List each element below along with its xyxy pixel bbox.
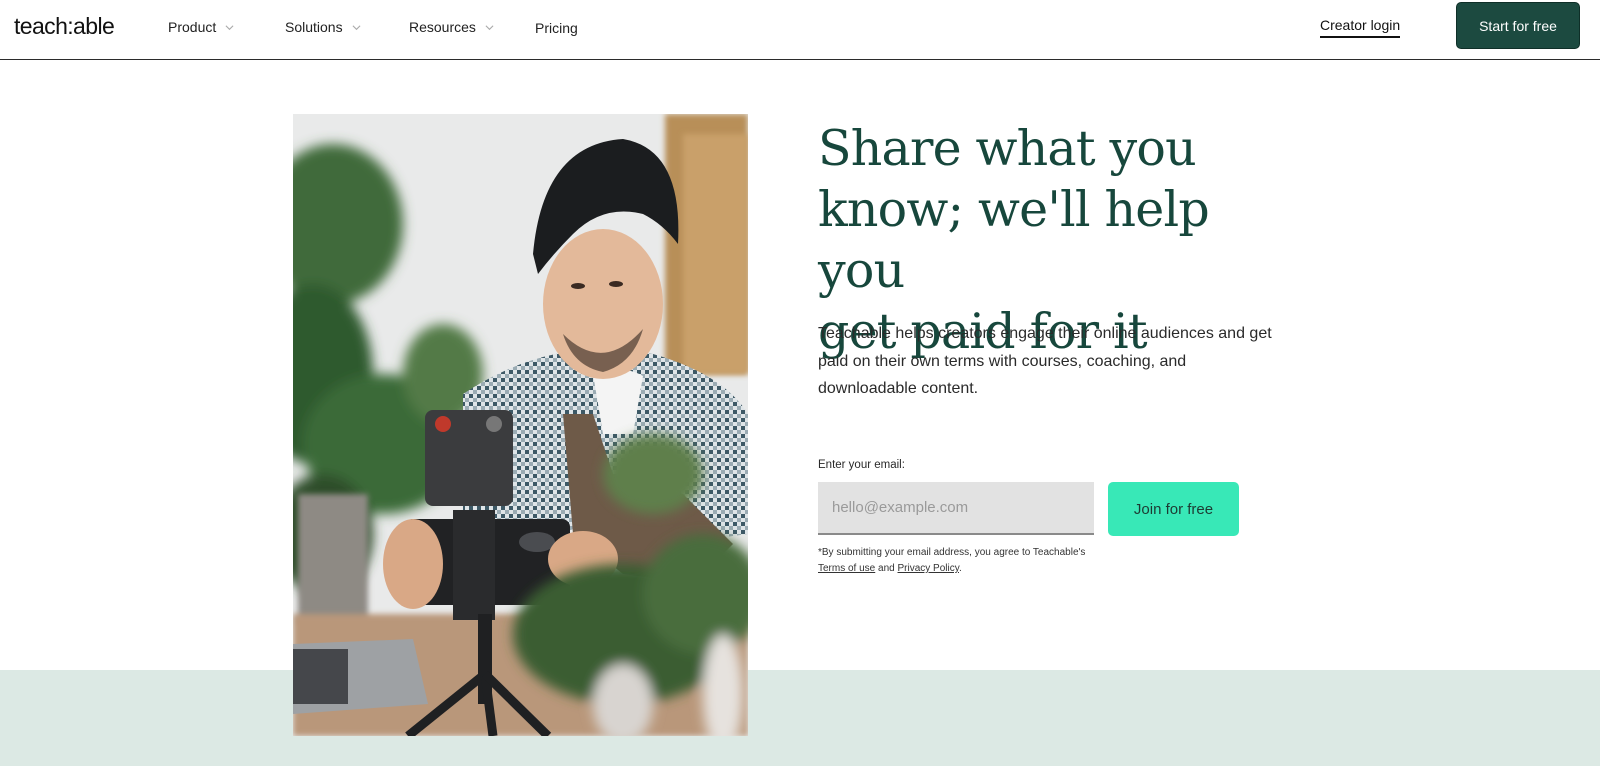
start-for-free-button[interactable]: Start for free [1456, 2, 1580, 49]
email-label: Enter your email: [818, 459, 905, 471]
legal-prefix: *By submitting your email address, you a… [818, 547, 1086, 558]
site-header: teach:able Product Solutions Resources P… [0, 0, 1600, 60]
hero-image [293, 114, 748, 736]
nav-resources[interactable]: Resources [409, 19, 494, 35]
headline-line-1: Share what you [818, 120, 1197, 177]
nav-product[interactable]: Product [168, 19, 234, 35]
chevron-down-icon [485, 23, 494, 32]
teachable-logo[interactable]: teach:able [14, 13, 115, 40]
hero-subtext: Teachable helps creators engage their on… [818, 325, 1272, 397]
legal-disclaimer: *By submitting your email address, you a… [818, 545, 1098, 577]
nav-pricing-label: Pricing [535, 20, 578, 36]
chevron-down-icon [225, 23, 234, 32]
nav-product-label: Product [168, 19, 217, 35]
legal-and: and [878, 563, 895, 574]
lower-section-band [0, 670, 1600, 766]
creator-login-link[interactable]: Creator login [1320, 17, 1401, 38]
chevron-down-icon [352, 23, 361, 32]
nav-solutions[interactable]: Solutions [285, 19, 361, 35]
legal-suffix: . [959, 563, 962, 574]
hero-photo-illustration [293, 114, 748, 736]
nav-pricing[interactable]: Pricing [535, 20, 578, 36]
headline-line-2: know; we'll help you [818, 181, 1210, 299]
email-input[interactable] [818, 482, 1094, 535]
nav-solutions-label: Solutions [285, 19, 343, 35]
join-for-free-button[interactable]: Join for free [1108, 482, 1239, 536]
nav-resources-label: Resources [409, 19, 476, 35]
terms-of-use-link[interactable]: Terms of use [818, 563, 875, 574]
privacy-policy-link[interactable]: Privacy Policy [898, 563, 960, 574]
